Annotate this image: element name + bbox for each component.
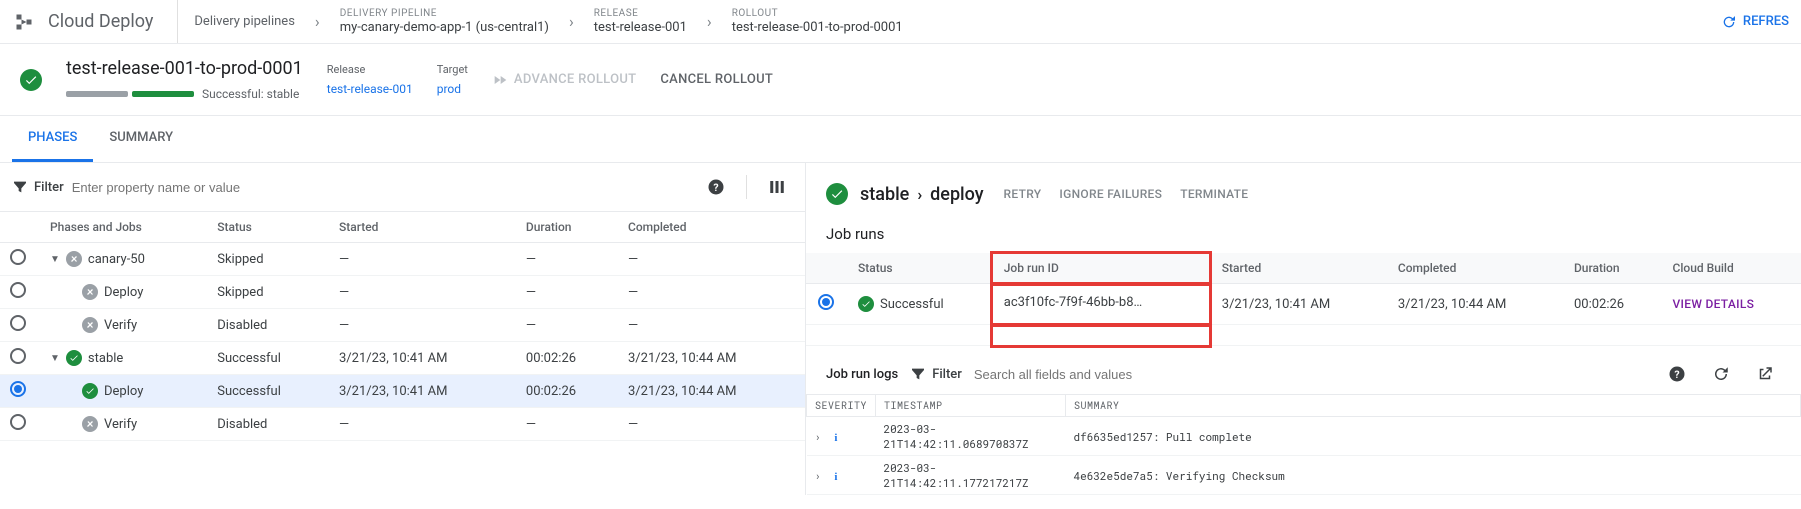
ignore-failures-button[interactable]: IGNORE FAILURES xyxy=(1059,187,1162,201)
detail-pane: stable › deploy RETRY IGNORE FAILURES TE… xyxy=(806,163,1801,495)
job-run-row[interactable]: Successful ac3f10fc-7f9f-46bb-b85… 3/21/… xyxy=(806,284,1801,325)
filter-icon xyxy=(12,179,28,195)
chevron-right-icon[interactable]: › xyxy=(815,468,822,483)
skip-icon xyxy=(82,284,98,300)
retry-button[interactable]: RETRY xyxy=(1004,187,1042,201)
breadcrumb-delivery-pipeline[interactable]: DELIVERY PIPELINE my-canary-demo-app-1 (… xyxy=(324,0,565,44)
phase-row[interactable]: ▼canary-50Skipped——— xyxy=(0,243,805,276)
tab-phases[interactable]: PHASES xyxy=(12,116,93,162)
radio-icon[interactable] xyxy=(10,381,26,397)
tab-bar: PHASES SUMMARY xyxy=(0,116,1801,163)
radio-icon[interactable] xyxy=(818,294,834,310)
product-logo-icon xyxy=(12,10,36,34)
chevron-right-icon: › xyxy=(315,12,320,31)
progress-bar xyxy=(66,91,194,97)
job-row[interactable]: VerifyDisabled——— xyxy=(0,408,805,441)
phases-pane: Filter ? Phases and Jobs Status Started … xyxy=(0,163,806,495)
column-display-icon[interactable] xyxy=(761,171,793,203)
chevron-right-icon[interactable]: › xyxy=(815,429,822,444)
filter-icon xyxy=(910,366,926,382)
terminate-button[interactable]: TERMINATE xyxy=(1180,187,1248,201)
radio-icon[interactable] xyxy=(10,282,26,298)
svg-text:?: ? xyxy=(713,181,718,194)
job-run-logs-title: Job run logs xyxy=(826,367,898,382)
skip-icon xyxy=(82,416,98,432)
check-icon xyxy=(858,296,874,312)
job-row[interactable]: DeploySkipped——— xyxy=(0,276,805,309)
log-row[interactable]: › i2023-03-21T14:42:11.068970837Zdf6635e… xyxy=(807,417,1801,456)
cancel-rollout-button[interactable]: CANCEL ROLLOUT xyxy=(660,72,773,87)
row-name: stable xyxy=(88,351,123,366)
release-link[interactable]: test-release-001 xyxy=(327,82,413,96)
info-icon: i xyxy=(834,432,837,444)
row-name: canary-50 xyxy=(88,252,145,267)
radio-icon[interactable] xyxy=(10,348,26,364)
advance-rollout-button[interactable]: ADVANCE ROLLOUT xyxy=(492,72,636,88)
open-external-icon[interactable] xyxy=(1749,358,1781,390)
radio-icon[interactable] xyxy=(10,315,26,331)
filter-label: Filter xyxy=(12,179,64,195)
breadcrumb-pipelines[interactable]: Delivery pipelines xyxy=(178,0,311,44)
log-row[interactable]: › i2023-03-21T14:42:11.177217217Z4e632e5… xyxy=(807,456,1801,495)
status-success-icon xyxy=(20,69,42,91)
filter-input[interactable] xyxy=(72,180,692,195)
phase-row[interactable]: ▼stableSuccessful3/21/23, 10:41 AM00:02:… xyxy=(0,342,805,375)
rollout-detail-bar: test-release-001-to-prod-0001 Successful… xyxy=(0,44,1801,116)
refresh-icon[interactable] xyxy=(1705,358,1737,390)
rollout-title: test-release-001-to-prod-0001 xyxy=(66,58,303,79)
breadcrumb-release[interactable]: RELEASE test-release-001 xyxy=(578,0,703,44)
status-success-icon xyxy=(826,183,848,205)
svg-text:?: ? xyxy=(1674,368,1679,381)
refresh-icon xyxy=(1721,14,1737,30)
header-bar: Cloud Deploy Delivery pipelines › DELIVE… xyxy=(0,0,1801,44)
help-icon[interactable]: ? xyxy=(700,171,732,203)
chevron-down-icon[interactable]: ▼ xyxy=(50,353,60,364)
row-name: Deploy xyxy=(104,285,143,300)
job-runs-table: Status Job run ID Started Completed Dura… xyxy=(806,253,1801,346)
info-icon: i xyxy=(834,471,837,483)
chevron-right-icon: › xyxy=(569,12,574,31)
radio-icon[interactable] xyxy=(10,414,26,430)
help-icon[interactable]: ? xyxy=(1661,358,1693,390)
check-icon xyxy=(66,350,82,366)
detail-title: stable › deploy xyxy=(860,184,984,205)
job-run-id: ac3f10fc-7f9f-46bb-b85… xyxy=(1004,295,1144,310)
phases-table: Phases and Jobs Status Started Duration … xyxy=(0,211,805,441)
rollout-status-text: Successful: stable xyxy=(202,87,299,101)
radio-icon[interactable] xyxy=(10,249,26,265)
logs-filter-input[interactable] xyxy=(974,367,1649,382)
breadcrumb-rollout[interactable]: ROLLOUT test-release-001-to-prod-0001 xyxy=(716,0,919,44)
chevron-down-icon[interactable]: ▼ xyxy=(50,254,60,265)
chevron-right-icon: › xyxy=(917,185,922,204)
chevron-right-icon: › xyxy=(707,12,712,31)
logs-table: SEVERITY TIMESTAMP SUMMARY › i2023-03-21… xyxy=(806,394,1801,495)
view-details-link[interactable]: VIEW DETAILS xyxy=(1673,297,1755,311)
job-row[interactable]: DeploySuccessful3/21/23, 10:41 AM00:02:2… xyxy=(0,375,805,408)
job-runs-title: Job runs xyxy=(806,215,1801,253)
tab-summary[interactable]: SUMMARY xyxy=(93,116,189,162)
row-name: Verify xyxy=(104,318,137,333)
product-name: Cloud Deploy xyxy=(48,11,153,32)
target-link[interactable]: prod xyxy=(437,82,468,96)
logs-filter-label: Filter xyxy=(910,366,962,382)
refresh-button[interactable]: REFRES xyxy=(1721,14,1789,30)
row-name: Deploy xyxy=(104,384,143,399)
fast-forward-icon xyxy=(492,72,508,88)
check-icon xyxy=(82,383,98,399)
job-row[interactable]: VerifyDisabled——— xyxy=(0,309,805,342)
row-name: Verify xyxy=(104,417,137,432)
skip-icon xyxy=(82,317,98,333)
skip-icon xyxy=(66,251,82,267)
